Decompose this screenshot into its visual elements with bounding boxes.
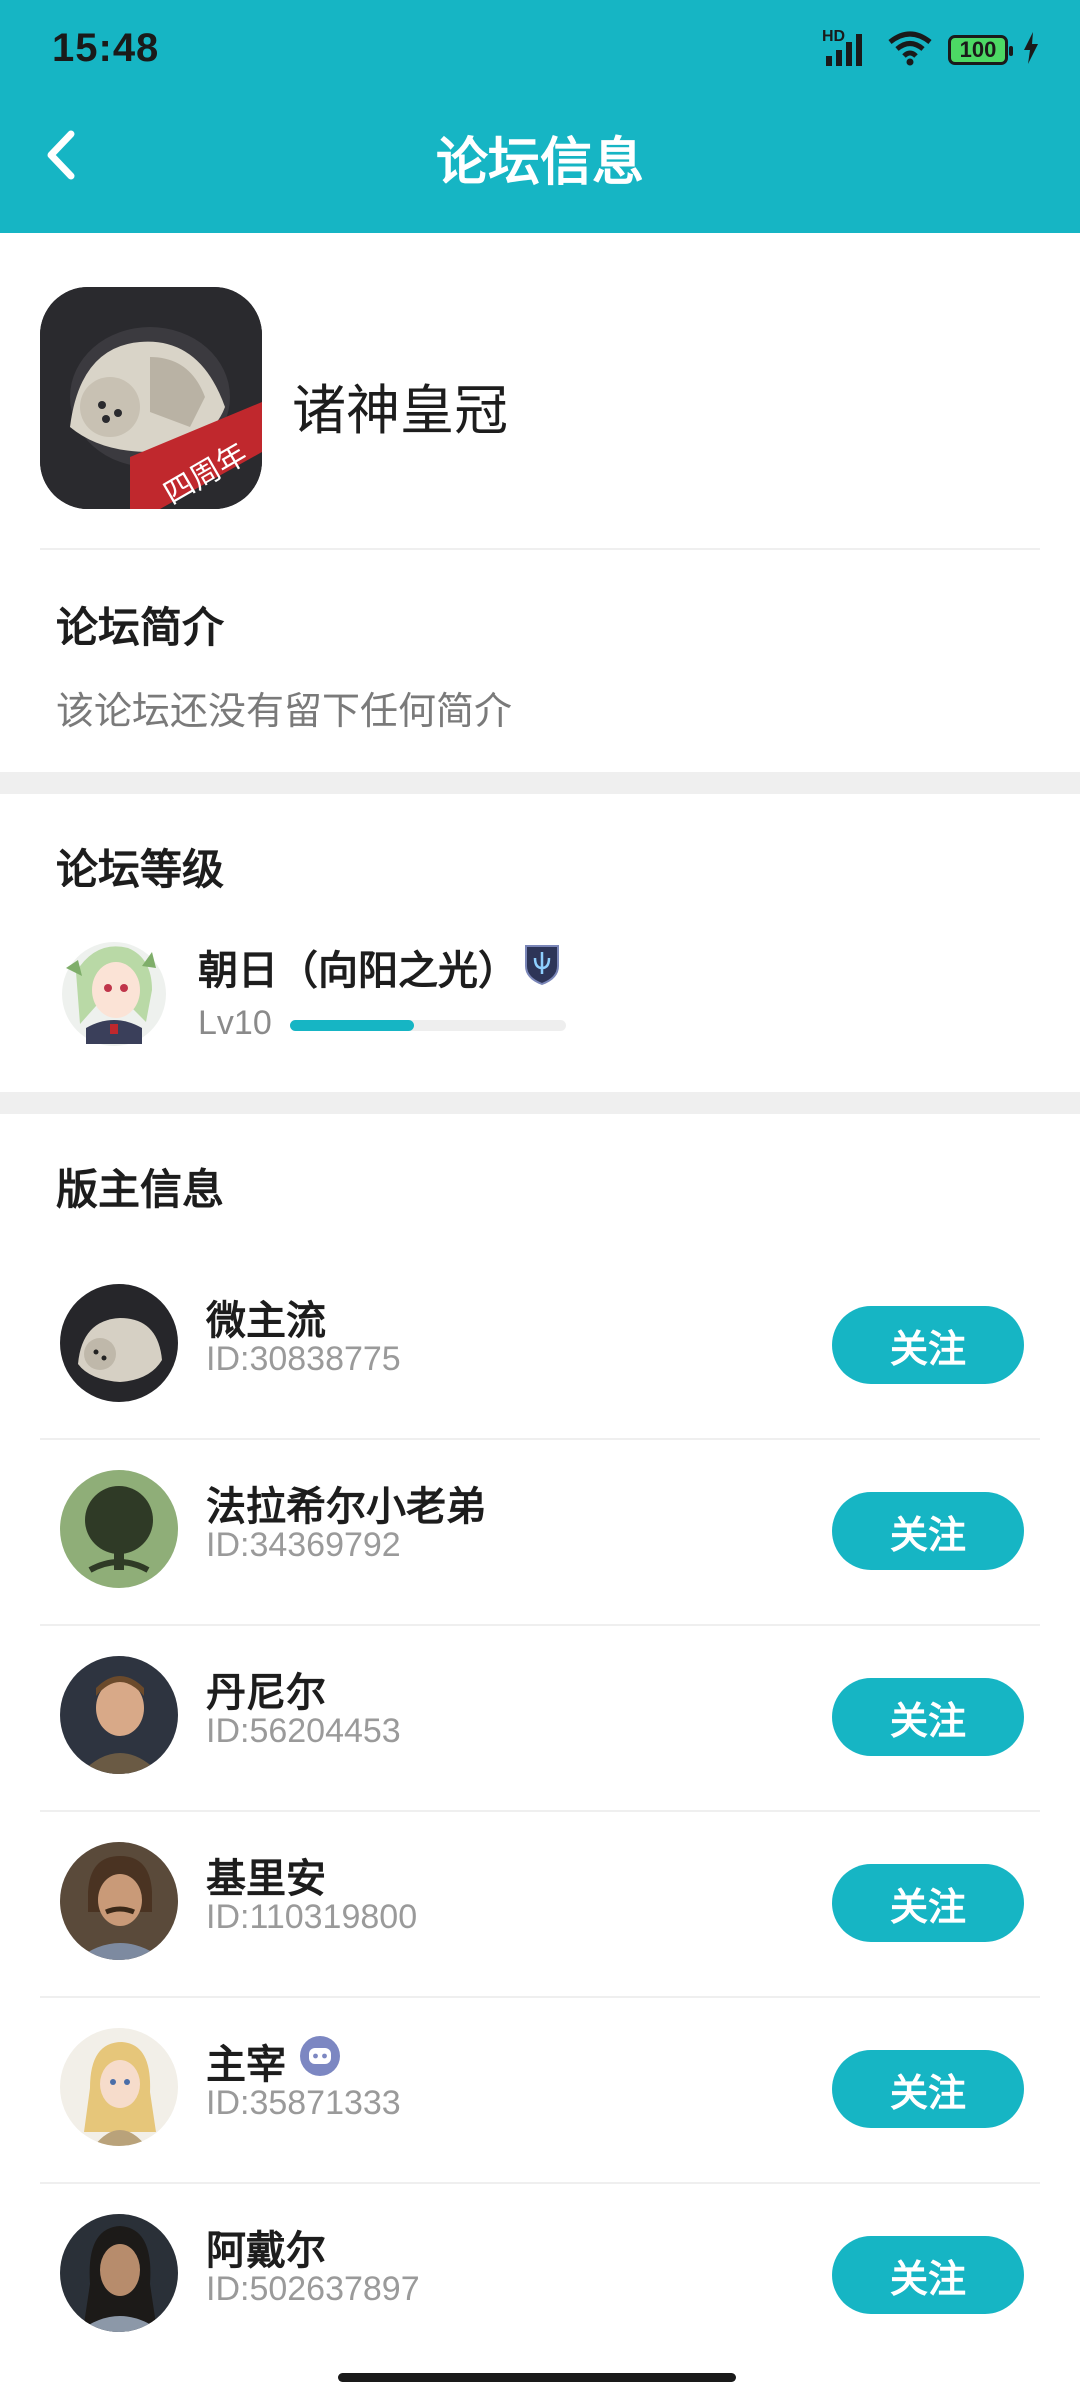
level-progress-bar [290,1020,566,1031]
top-bar: 15:48 HD 100 论坛信息 [0,0,1080,233]
moderator-id: ID:35871333 [206,2084,401,2122]
moderator-name: 法拉希尔小老弟 [206,1485,486,1529]
moderator-row: 基里安 ID:110319800 关注 [0,1812,1080,1998]
status-icons: HD 100 [822,28,1040,72]
signal-icon: HD [822,28,872,68]
section-separator [0,772,1080,794]
moderator-id: ID:30838775 [206,1340,401,1378]
forum-icon: 四周年 [40,287,262,509]
level-name: 朝日（向阳之光） [198,949,518,993]
follow-button[interactable]: 关注 [832,1306,1024,1384]
moderator-name: 丹尼尔 [206,1671,326,1715]
charging-icon [1022,31,1040,69]
moderator-row: 丹尼尔 ID:56204453 关注 [0,1626,1080,1812]
follow-button[interactable]: 关注 [832,1678,1024,1756]
moderator-row: 微主流 ID:30838775 关注 [0,1254,1080,1440]
follow-button[interactable]: 关注 [832,2050,1024,2128]
shield-badge-icon [522,942,562,991]
status-time: 15:48 [52,26,160,70]
moderator-name: 基里安 [206,1857,326,1901]
forum-name: 诸神皇冠 [292,381,508,441]
follow-button[interactable]: 关注 [832,1492,1024,1570]
level-lv: Lv10 [198,1004,272,1042]
moderator-avatar [60,1842,178,1960]
home-indicator[interactable] [338,2373,736,2382]
moderator-id: ID:56204453 [206,1712,401,1750]
moderator-avatar [60,1656,178,1774]
intro-text: 该论坛还没有留下任何简介 [56,691,513,733]
follow-button[interactable]: 关注 [832,2236,1024,2314]
moderator-id: ID:34369792 [206,1526,401,1564]
moderator-name: 阿戴尔 [206,2229,326,2273]
wifi-icon [886,30,934,71]
follow-button[interactable]: 关注 [832,1864,1024,1942]
moderator-row: 法拉希尔小老弟 ID:34369792 关注 [0,1440,1080,1626]
level-avatar [56,932,168,1050]
moderator-name: 微主流 [206,1299,326,1343]
discord-badge-icon [300,2036,340,2086]
moderator-id: ID:502637897 [206,2270,420,2308]
moderator-row: 主宰 ID:35871333 关注 [0,1998,1080,2184]
moderator-avatar [60,2214,178,2332]
moderator-avatar [60,1470,178,1588]
divider [40,548,1040,550]
moderator-id: ID:110319800 [206,1898,418,1936]
level-progress-fill [290,1020,415,1031]
section-separator [0,1092,1080,1114]
level-section-title: 论坛等级 [56,846,225,893]
moderator-avatar [60,2028,178,2146]
page-title: 论坛信息 [435,134,644,192]
moderator-name: 主宰 [206,2032,340,2090]
moderator-avatar [60,1284,178,1402]
moderators-section-title: 版主信息 [56,1166,225,1213]
moderator-row: 阿戴尔 ID:502637897 关注 [0,2184,1080,2370]
battery-icon: 100 [948,35,1013,65]
intro-section-title: 论坛简介 [56,604,225,651]
